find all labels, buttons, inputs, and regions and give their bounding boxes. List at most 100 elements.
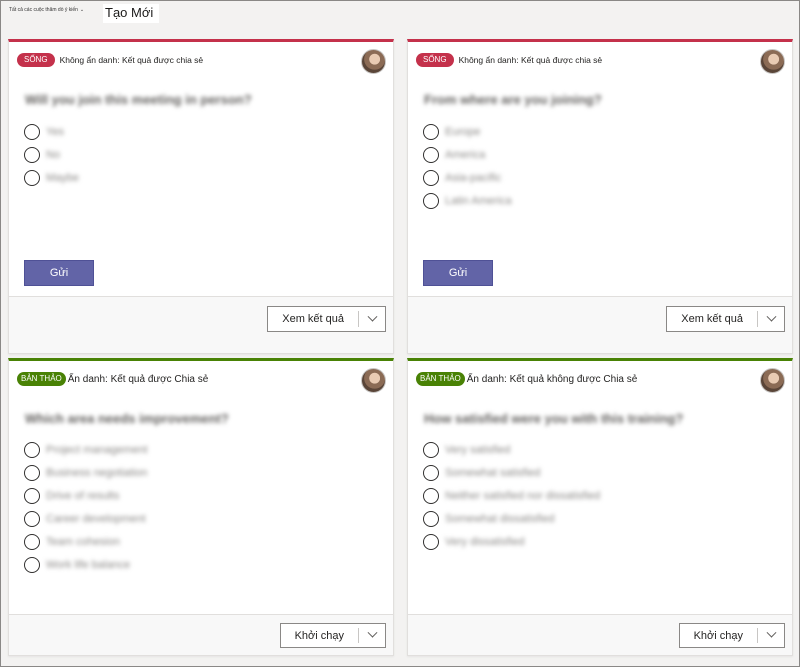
poll-meta: Ẩn danh: Kết quả được Chia sẻ [67, 373, 209, 385]
radio-button[interactable] [423, 464, 439, 481]
avatar [361, 49, 386, 74]
card-footer: Khởi chạy [408, 614, 792, 655]
poll-option[interactable]: No [24, 143, 79, 166]
poll-option[interactable]: Yes [24, 120, 79, 143]
option-label: Somewhat satisfied [445, 466, 541, 479]
radio-button[interactable] [24, 533, 40, 550]
tab-all-polls-label: Tất cả các cuộc thăm dò ý kiến [9, 7, 78, 13]
radio-button[interactable] [24, 487, 40, 504]
dropdown-toggle[interactable] [359, 307, 385, 331]
launch-split-button[interactable]: Khởi chạy [279, 623, 386, 648]
poll-option[interactable]: Somewhat dissatisfied [423, 507, 600, 530]
radio-button[interactable] [423, 533, 439, 550]
radio-button[interactable] [24, 441, 40, 458]
poll-card: BẢN THẢO Ẩn danh: Kết quả không được Chi… [407, 358, 793, 656]
tab-new[interactable]: Tạo Mới [103, 4, 160, 23]
poll-option[interactable]: Business negotiation [24, 461, 148, 484]
status-badge: SỐNG [416, 53, 454, 67]
poll-card: SỐNG Không ẩn danh: Kết quả được chia sẻ… [8, 39, 394, 354]
poll-card: SỐNG Không ẩn danh: Kết quả được chia sẻ… [407, 39, 793, 354]
launch-button[interactable]: Khởi chạy [680, 624, 757, 647]
poll-option[interactable]: Europe [423, 120, 512, 143]
launch-split-button[interactable]: Khởi chạy [678, 623, 785, 648]
dropdown-toggle[interactable] [758, 307, 784, 331]
poll-card: BẢN THẢO Ẩn danh: Kết quả được Chia sẻ W… [8, 358, 394, 656]
poll-meta: Ẩn danh: Kết quả không được Chia sẻ [466, 373, 638, 385]
poll-option[interactable]: Work life balance [24, 553, 148, 576]
poll-header: BẢN THẢO Ẩn danh: Kết quả được Chia sẻ [17, 372, 208, 386]
chevron-down-icon [766, 627, 776, 638]
submit-button[interactable]: Gửi [24, 260, 94, 286]
poll-option[interactable]: Team cohesion [24, 530, 148, 553]
option-label: Work life balance [46, 558, 131, 571]
radio-button[interactable] [423, 487, 439, 504]
poll-header: BẢN THẢO Ẩn danh: Kết quả không được Chi… [416, 372, 637, 386]
poll-option[interactable]: Asia-pacific [423, 166, 512, 189]
radio-button[interactable] [423, 146, 439, 163]
option-label: Neither satisfied nor dissatisfied [445, 489, 601, 502]
poll-options: Europe America Asia-pacific Latin Americ… [423, 120, 512, 212]
poll-question: How satisfied were you with this trainin… [424, 411, 684, 426]
launch-button[interactable]: Khởi chạy [281, 624, 358, 647]
radio-button[interactable] [423, 169, 439, 186]
view-results-split-button[interactable]: Xem kết quả [267, 306, 386, 332]
option-label: Europe [445, 125, 481, 138]
avatar [760, 368, 785, 393]
card-footer: Khởi chạy [9, 614, 393, 655]
poll-options: Project management Business negotiation … [24, 438, 148, 576]
poll-option[interactable]: Career development [24, 507, 148, 530]
poll-meta: Không ẩn danh: Kết quả được chia sẻ [458, 55, 603, 65]
view-results-button[interactable]: Xem kết quả [667, 307, 757, 331]
option-label: Business negotiation [46, 466, 148, 479]
poll-option[interactable]: Latin America [423, 189, 512, 212]
card-footer: Xem kết quả [408, 296, 792, 353]
tab-all-polls[interactable]: Tất cả các cuộc thăm dò ý kiến ⌄ [9, 7, 84, 13]
poll-meta: Không ẩn danh: Kết quả được chia sẻ [59, 55, 204, 65]
poll-option[interactable]: Drive of results [24, 484, 148, 507]
view-results-button[interactable]: Xem kết quả [268, 307, 358, 331]
view-results-split-button[interactable]: Xem kết quả [666, 306, 785, 332]
poll-option[interactable]: Maybe [24, 166, 79, 189]
radio-button[interactable] [423, 441, 439, 458]
poll-option[interactable]: Very satisfied [423, 438, 600, 461]
poll-option[interactable]: Project management [24, 438, 148, 461]
radio-button[interactable] [423, 510, 439, 527]
status-badge: BẢN THẢO [416, 372, 465, 386]
radio-button[interactable] [24, 169, 40, 186]
option-label: Team cohesion [46, 535, 120, 548]
radio-button[interactable] [24, 556, 40, 573]
option-label: America [445, 148, 486, 161]
card-footer: Xem kết quả [9, 296, 393, 353]
poll-option[interactable]: Somewhat satisfied [423, 461, 600, 484]
poll-option[interactable]: Very dissatisfied [423, 530, 600, 553]
dropdown-toggle[interactable] [359, 624, 385, 647]
option-label: No [46, 148, 61, 161]
option-label: Very satisfied [445, 443, 511, 456]
radio-button[interactable] [423, 123, 439, 140]
poll-option[interactable]: Neither satisfied nor dissatisfied [423, 484, 600, 507]
poll-header: SỐNG Không ẩn danh: Kết quả được chia sẻ [416, 53, 602, 67]
poll-question: From where are you joining? [424, 92, 602, 107]
avatar [760, 49, 785, 74]
option-label: Career development [46, 512, 146, 525]
poll-options: Very satisfied Somewhat satisfied Neithe… [423, 438, 600, 553]
option-label: Latin America [445, 194, 512, 207]
chevron-down-icon [766, 311, 776, 322]
option-label: Drive of results [46, 489, 120, 502]
poll-option[interactable]: America [423, 143, 512, 166]
radio-button[interactable] [423, 192, 439, 209]
status-badge: BẢN THẢO [17, 372, 66, 386]
chevron-down-icon [367, 311, 377, 322]
dropdown-toggle[interactable] [758, 624, 784, 647]
radio-button[interactable] [24, 123, 40, 140]
chevron-down-icon: ⌄ [79, 7, 85, 13]
radio-button[interactable] [24, 510, 40, 527]
poll-header: SỐNG Không ẩn danh: Kết quả được chia sẻ [17, 53, 203, 67]
radio-button[interactable] [24, 146, 40, 163]
submit-button[interactable]: Gửi [423, 260, 493, 286]
chevron-down-icon [367, 627, 377, 638]
radio-button[interactable] [24, 464, 40, 481]
poll-question: Will you join this meeting in person? [25, 92, 252, 107]
option-label: Very dissatisfied [445, 535, 525, 548]
poll-options: Yes No Maybe [24, 120, 79, 189]
